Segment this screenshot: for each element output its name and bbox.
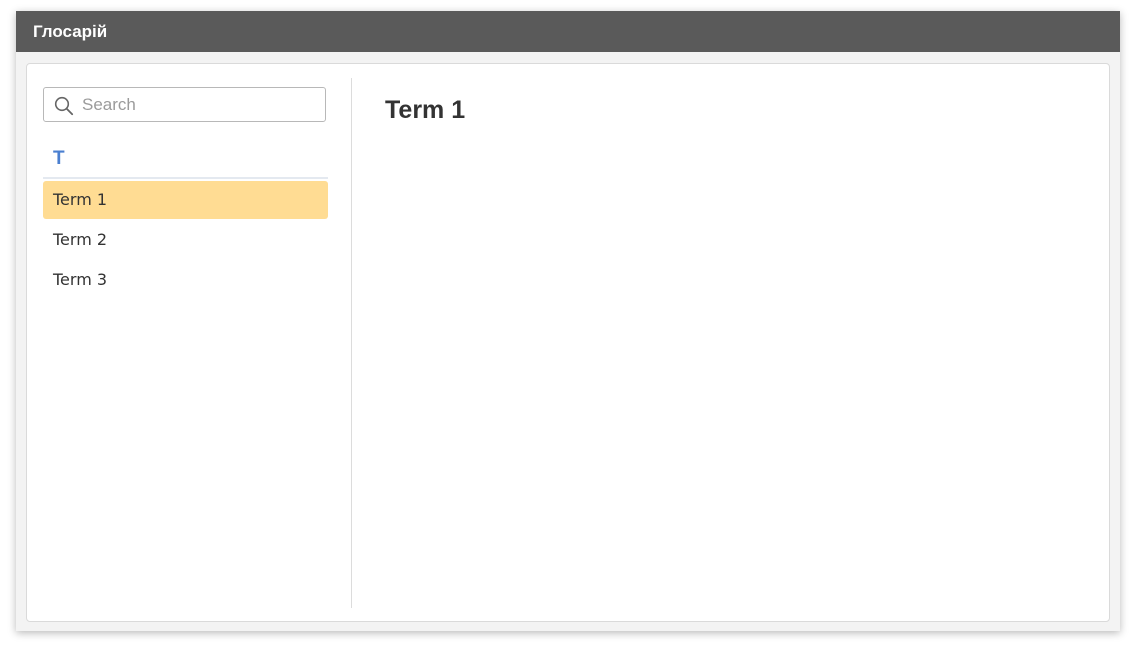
glossary-sidebar: T Term 1 Term 2 Term 3	[27, 64, 351, 621]
term-item-2[interactable]: Term 2	[43, 221, 328, 259]
window-title: Глосарій	[33, 22, 108, 41]
term-detail-pane: Term 1	[352, 64, 1109, 621]
term-title: Term 1	[385, 96, 466, 124]
search-box[interactable]	[43, 87, 326, 122]
letter-group-divider	[43, 177, 328, 179]
term-item-3[interactable]: Term 3	[43, 261, 328, 299]
letter-group-header: T	[53, 148, 65, 169]
search-input[interactable]	[82, 88, 317, 121]
term-list: Term 1 Term 2 Term 3	[43, 181, 328, 301]
glossary-panel: T Term 1 Term 2 Term 3 Term 1	[26, 63, 1110, 622]
title-bar: Глосарій	[16, 11, 1120, 52]
search-icon	[54, 96, 74, 116]
term-item-1[interactable]: Term 1	[43, 181, 328, 219]
glossary-window: Глосарій T Term 1 Term 2 Term 3 Term 1	[16, 11, 1120, 631]
